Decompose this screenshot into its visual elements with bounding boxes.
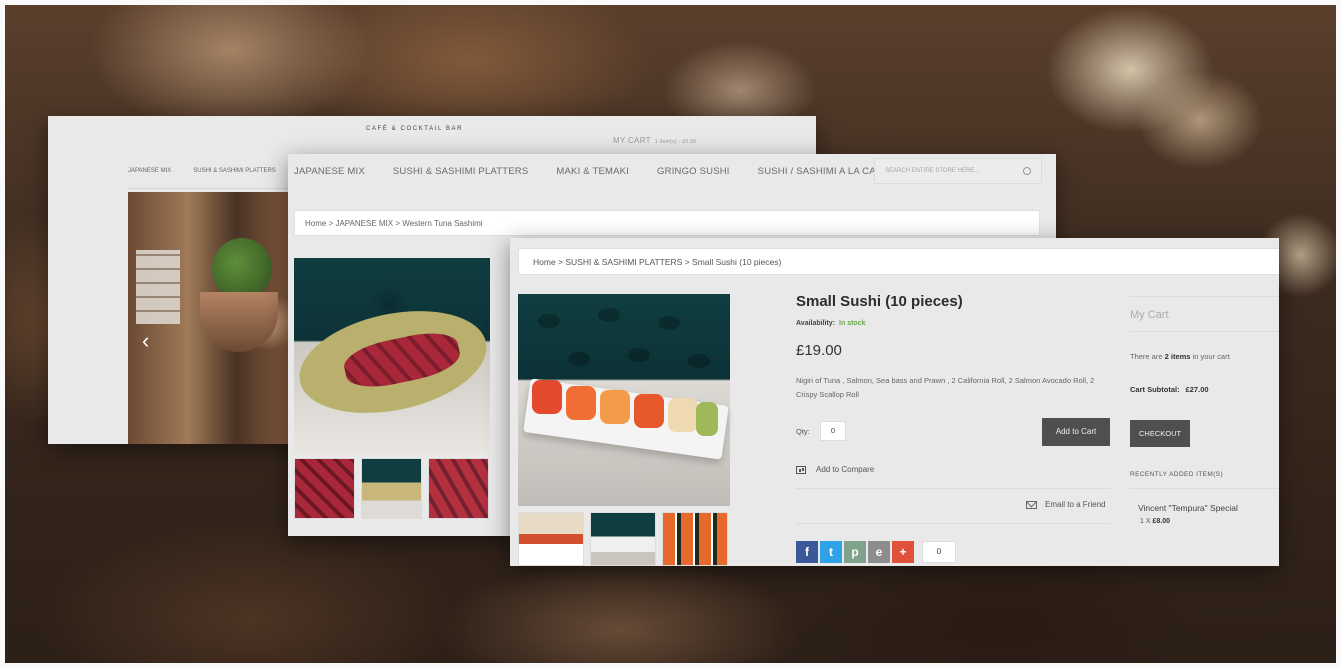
slider-prev-icon[interactable]: ‹ — [142, 328, 149, 354]
share-count: 0 — [922, 541, 956, 563]
recent-item-name[interactable]: Vincent "Tempura" Special — [1130, 503, 1279, 513]
add-to-cart-button[interactable]: Add to Cart — [1042, 418, 1110, 446]
search-icon[interactable] — [1023, 167, 1031, 175]
cart-summary: There are 2 items in your cart — [1130, 352, 1230, 361]
sidebar-cart-title: My Cart — [1130, 309, 1279, 332]
main-nav: JAPANESE MIX SUSHI & SASHIMI PLATTERS — [128, 168, 276, 174]
nav-item-japanese-mix[interactable]: JAPANESE MIX — [128, 168, 171, 174]
nav-item-sushi-sashimi-platters[interactable]: SUSHI & SASHIMI PLATTERS — [393, 166, 529, 177]
product-price: £19.00 — [796, 342, 842, 359]
search-input[interactable]: SEARCH ENTIRE STORE HERE... — [874, 158, 1042, 184]
header-cart-link[interactable]: MY CART 1 item(s) - £0.00 — [613, 136, 696, 145]
divider — [796, 523, 1110, 524]
share-buttons: f t p e + 0 — [796, 541, 956, 563]
email-friend-link[interactable]: Email to a Friend — [1026, 500, 1105, 509]
breadcrumb[interactable]: Home > SUSHI & SASHIMI PLATTERS > Small … — [518, 248, 1279, 275]
recently-added-heading: RECENTLY ADDED ITEM(S) — [1130, 471, 1279, 489]
stock-status: In stock — [839, 320, 866, 327]
compare-icon — [796, 465, 806, 474]
availability: Availability: In stock — [796, 320, 866, 327]
site-brand: CAFÉ & COCKTAIL BAR — [366, 126, 464, 132]
product-thumbnail[interactable] — [294, 458, 355, 519]
product-page-screenshot: Home > SUSHI & SASHIMI PLATTERS > Small … — [510, 238, 1279, 566]
product-main-image[interactable] — [290, 258, 496, 454]
product-thumbnail[interactable] — [590, 512, 656, 566]
product-thumbnail[interactable] — [662, 512, 728, 566]
nav-item-gringo-sushi[interactable]: GRINGO SUSHI — [657, 166, 730, 177]
recent-item-qty: 1 X £8.00 — [1140, 518, 1170, 525]
email-share-icon[interactable]: e — [868, 541, 890, 563]
product-thumbnail[interactable] — [518, 512, 584, 566]
nav-item-maki-temaki[interactable]: MAKI & TEMAKI — [556, 166, 629, 177]
mail-icon — [1026, 500, 1037, 509]
divider — [796, 488, 1110, 489]
nav-item-sushi-sashimi-platters[interactable]: SUSHI & SASHIMI PLATTERS — [193, 168, 276, 174]
cart-item-count[interactable]: 2 items — [1165, 352, 1191, 361]
product-thumbnails — [518, 512, 728, 566]
twitter-icon[interactable]: t — [820, 541, 842, 563]
product-thumbnail[interactable] — [428, 458, 489, 519]
add-to-compare-link[interactable]: Add to Compare — [796, 465, 874, 474]
nav-item-japanese-mix[interactable]: JAPANESE MIX — [294, 166, 365, 177]
main-nav: JAPANESE MIX SUSHI & SASHIMI PLATTERS MA… — [294, 166, 895, 177]
qty-input[interactable]: 0 — [820, 421, 846, 441]
product-main-image[interactable] — [518, 294, 730, 506]
sidebar-cart: My Cart There are 2 items in your cart C… — [1130, 296, 1279, 525]
product-thumbnail[interactable] — [361, 458, 422, 519]
facebook-icon[interactable]: f — [796, 541, 818, 563]
checkout-button[interactable]: CHECKOUT — [1130, 420, 1191, 447]
print-icon[interactable]: p — [844, 541, 866, 563]
product-description: Nigiri of Tuna , Salmon, Sea bass and Pr… — [796, 376, 1095, 399]
qty-label: Qty: — [796, 427, 810, 436]
product-thumbnails — [294, 458, 489, 519]
breadcrumb[interactable]: Home > JAPANESE MIX > Western Tuna Sashi… — [294, 210, 1040, 236]
cart-subtotal: Cart Subtotal: £27.00 — [1130, 385, 1209, 394]
plus-share-icon[interactable]: + — [892, 541, 914, 563]
product-title: Small Sushi (10 pieces) — [796, 293, 963, 310]
